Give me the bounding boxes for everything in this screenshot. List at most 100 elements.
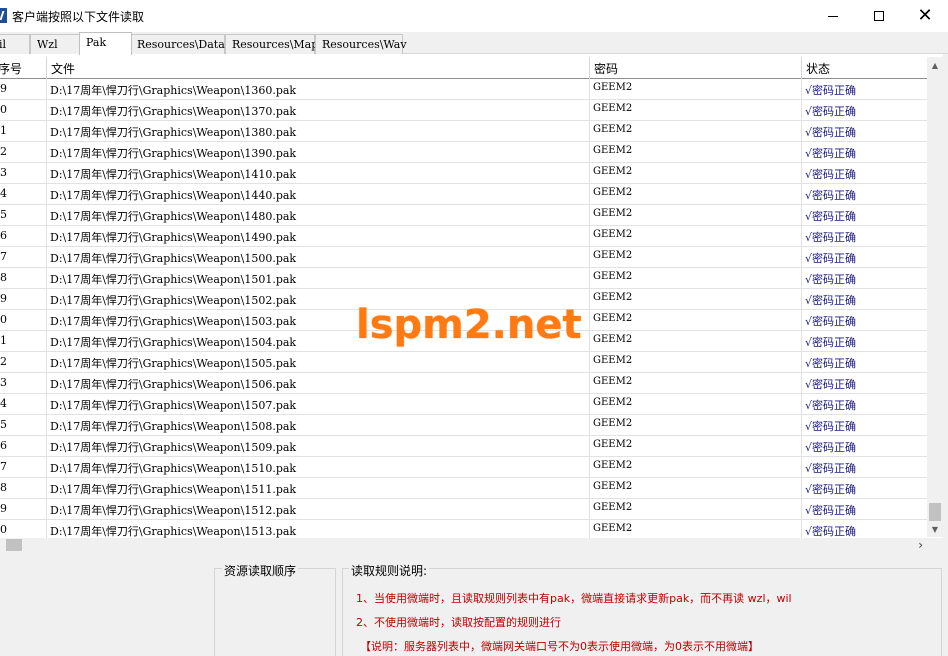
column-header-password[interactable]: 密码	[590, 57, 802, 79]
close-icon: ✕	[917, 5, 933, 26]
scroll-right-icon[interactable]: ›	[918, 538, 923, 552]
password-cell: GEEM2	[590, 373, 802, 394]
row-number-cell: 59	[0, 289, 47, 310]
vertical-scrollbar[interactable]: ▲ ▼	[927, 57, 943, 537]
table-row[interactable]: 64D:\17周年\悍刀行\Graphics\Weapon\1507.pakGE…	[0, 394, 927, 415]
row-number-cell: 69	[0, 499, 47, 520]
tab-resources-map[interactable]: Resources\Map	[225, 34, 318, 54]
column-header-status[interactable]: 状态	[802, 57, 927, 79]
resource-order-panel	[214, 568, 336, 656]
rule-note: 【说明：服务器列表中，微端网关端口号不为0表示使用微端，为0表示不用微端】	[360, 640, 759, 653]
table-row[interactable]: 63D:\17周年\悍刀行\Graphics\Weapon\1506.pakGE…	[0, 373, 927, 394]
close-button[interactable]: ✕	[902, 0, 948, 32]
file-path-cell: D:\17周年\悍刀行\Graphics\Weapon\1508.pak	[47, 415, 590, 436]
scroll-up-icon[interactable]: ▲	[927, 57, 943, 73]
password-cell: GEEM2	[590, 352, 802, 373]
file-path-cell: D:\17周年\悍刀行\Graphics\Weapon\1511.pak	[47, 478, 590, 499]
row-number-cell: 60	[0, 310, 47, 331]
row-number-cell: 65	[0, 415, 47, 436]
row-number-cell: 52	[0, 142, 47, 163]
table-row[interactable]: 50D:\17周年\悍刀行\Graphics\Weapon\1370.pakGE…	[0, 100, 927, 121]
read-rules-title: 读取规则说明:	[349, 562, 430, 579]
password-cell: GEEM2	[590, 331, 802, 352]
password-cell: GEEM2	[590, 394, 802, 415]
row-number-cell: 70	[0, 520, 47, 539]
table-row[interactable]: 51D:\17周年\悍刀行\Graphics\Weapon\1380.pakGE…	[0, 121, 927, 142]
vertical-scroll-thumb[interactable]	[929, 503, 941, 521]
tab-wzl[interactable]: Wzl	[30, 34, 80, 54]
table-row[interactable]: 56D:\17周年\悍刀行\Graphics\Weapon\1490.pakGE…	[0, 226, 927, 247]
row-number-cell: 56	[0, 226, 47, 247]
password-cell: GEEM2	[590, 205, 802, 226]
column-header-file[interactable]: 文件	[47, 57, 590, 79]
file-path-cell: D:\17周年\悍刀行\Graphics\Weapon\1500.pak	[47, 247, 590, 268]
table-row[interactable]: 69D:\17周年\悍刀行\Graphics\Weapon\1512.pakGE…	[0, 499, 927, 520]
column-header-no[interactable]: 序号	[0, 57, 47, 79]
row-number-cell: 49	[0, 79, 47, 100]
row-number-cell: 63	[0, 373, 47, 394]
watermark-text: lspm2.net	[356, 302, 582, 348]
tab-strip: il Wzl Pak Resources\Data Resources\Map …	[0, 32, 948, 55]
table-row[interactable]: 57D:\17周年\悍刀行\Graphics\Weapon\1500.pakGE…	[0, 247, 927, 268]
horizontal-scrollbar[interactable]: ›	[0, 538, 943, 552]
app-icon	[0, 8, 7, 23]
file-path-cell: D:\17周年\悍刀行\Graphics\Weapon\1505.pak	[47, 352, 590, 373]
row-number-cell: 67	[0, 457, 47, 478]
password-cell: GEEM2	[590, 100, 802, 121]
file-path-cell: D:\17周年\悍刀行\Graphics\Weapon\1507.pak	[47, 394, 590, 415]
tab-resources-data[interactable]: Resources\Data	[130, 34, 225, 54]
row-number-cell: 66	[0, 436, 47, 457]
table-row[interactable]: 58D:\17周年\悍刀行\Graphics\Weapon\1501.pakGE…	[0, 268, 927, 289]
tab-pak[interactable]: Pak	[79, 32, 132, 55]
bottom-area: 资源读取顺序 读取规则说明: 1、当使用微端时，且读取规则列表中有pak，微端直…	[0, 556, 948, 656]
status-cell: √密码正确	[805, 231, 857, 244]
table-row[interactable]: 54D:\17周年\悍刀行\Graphics\Weapon\1440.pakGE…	[0, 184, 927, 205]
row-number-cell: 50	[0, 100, 47, 121]
table-row[interactable]: 53D:\17周年\悍刀行\Graphics\Weapon\1410.pakGE…	[0, 163, 927, 184]
table-row[interactable]: 52D:\17周年\悍刀行\Graphics\Weapon\1390.pakGE…	[0, 142, 927, 163]
tab-wil[interactable]: il	[0, 34, 30, 54]
status-cell: √密码正确	[805, 504, 857, 517]
file-path-cell: D:\17周年\悍刀行\Graphics\Weapon\1370.pak	[47, 100, 590, 121]
rule-line-2: 2、不使用微端时，读取按配置的规则进行	[356, 616, 561, 629]
status-cell: √密码正确	[805, 441, 857, 454]
status-cell: √密码正确	[805, 357, 857, 370]
file-path-cell: D:\17周年\悍刀行\Graphics\Weapon\1440.pak	[47, 184, 590, 205]
password-cell: GEEM2	[590, 415, 802, 436]
table-row[interactable]: 68D:\17周年\悍刀行\Graphics\Weapon\1511.pakGE…	[0, 478, 927, 499]
tab-resources-wav[interactable]: Resources\Wav	[315, 34, 407, 54]
table-row[interactable]: 66D:\17周年\悍刀行\Graphics\Weapon\1509.pakGE…	[0, 436, 927, 457]
password-cell: GEEM2	[590, 289, 802, 310]
row-number-cell: 68	[0, 478, 47, 499]
table-row[interactable]: 70D:\17周年\悍刀行\Graphics\Weapon\1513.pakGE…	[0, 520, 927, 539]
minimize-button[interactable]	[810, 0, 856, 32]
grid-header: 序号 文件 密码 状态	[0, 57, 927, 79]
status-cell: √密码正确	[805, 273, 857, 286]
maximize-button[interactable]	[856, 0, 902, 32]
table-row[interactable]: 55D:\17周年\悍刀行\Graphics\Weapon\1480.pakGE…	[0, 205, 927, 226]
password-cell: GEEM2	[590, 310, 802, 331]
status-cell: √密码正确	[805, 210, 857, 223]
table-row[interactable]: 62D:\17周年\悍刀行\Graphics\Weapon\1505.pakGE…	[0, 352, 927, 373]
minimize-icon	[828, 15, 838, 17]
horizontal-scroll-thumb[interactable]	[6, 539, 22, 551]
scroll-down-icon[interactable]: ▼	[927, 521, 943, 537]
password-cell: GEEM2	[590, 247, 802, 268]
file-grid[interactable]: 序号 文件 密码 状态 49D:\17周年\悍刀行\Graphics\Weapo…	[0, 54, 943, 539]
table-row[interactable]: 49D:\17周年\悍刀行\Graphics\Weapon\1360.pakGE…	[0, 79, 927, 100]
table-row[interactable]: 65D:\17周年\悍刀行\Graphics\Weapon\1508.pakGE…	[0, 415, 927, 436]
file-path-cell: D:\17周年\悍刀行\Graphics\Weapon\1510.pak	[47, 457, 590, 478]
file-path-cell: D:\17周年\悍刀行\Graphics\Weapon\1513.pak	[47, 520, 590, 539]
password-cell: GEEM2	[590, 436, 802, 457]
maximize-icon	[874, 11, 884, 21]
file-path-cell: D:\17周年\悍刀行\Graphics\Weapon\1512.pak	[47, 499, 590, 520]
status-cell: √密码正确	[805, 168, 857, 181]
status-cell: √密码正确	[805, 483, 857, 496]
status-cell: √密码正确	[805, 378, 857, 391]
password-cell: GEEM2	[590, 520, 802, 539]
status-cell: √密码正确	[805, 105, 857, 118]
file-path-cell: D:\17周年\悍刀行\Graphics\Weapon\1509.pak	[47, 436, 590, 457]
window-title: 客户端按照以下文件读取	[12, 10, 145, 24]
table-row[interactable]: 67D:\17周年\悍刀行\Graphics\Weapon\1510.pakGE…	[0, 457, 927, 478]
file-path-cell: D:\17周年\悍刀行\Graphics\Weapon\1480.pak	[47, 205, 590, 226]
